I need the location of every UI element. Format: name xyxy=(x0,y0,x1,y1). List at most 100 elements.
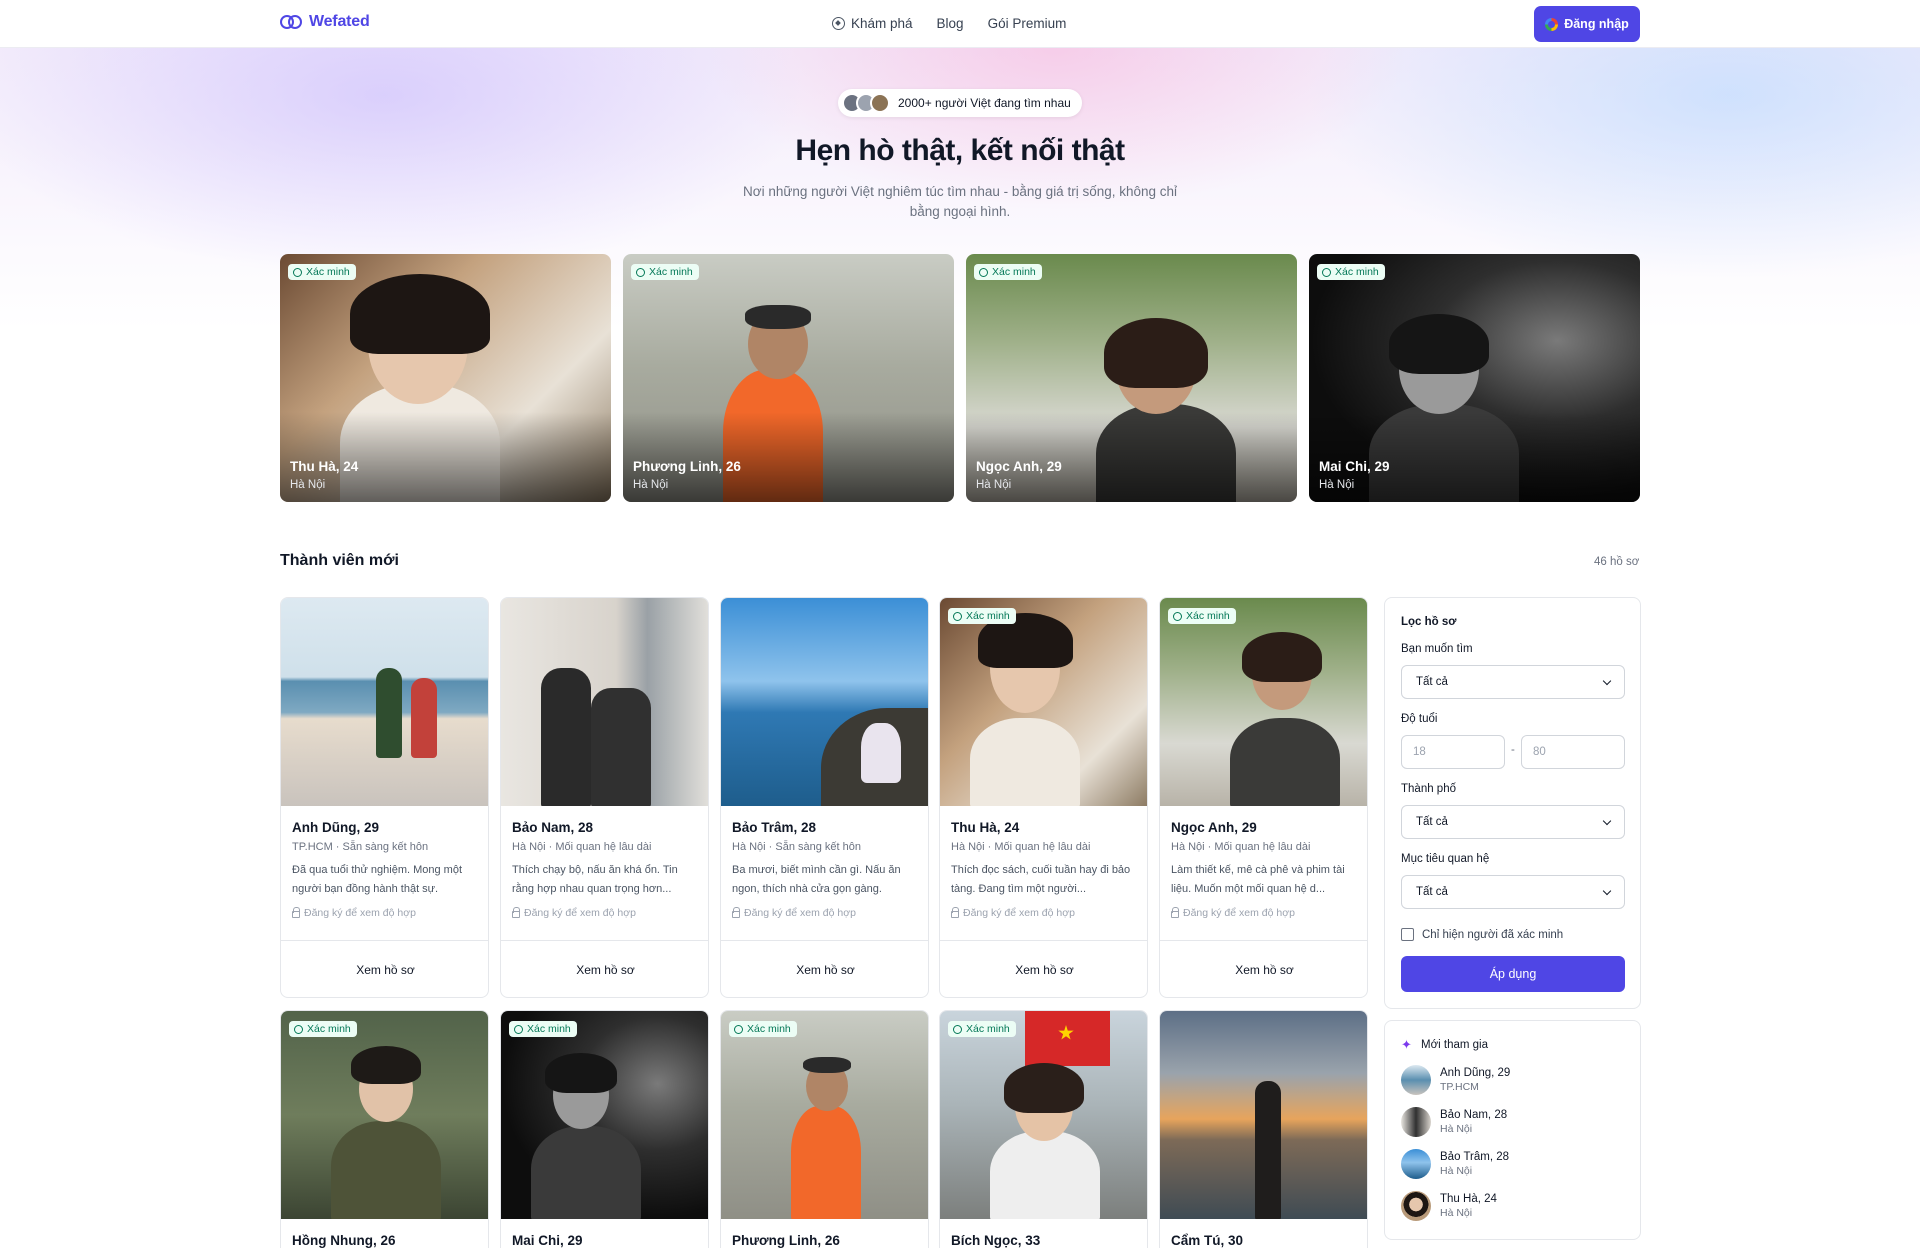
profile-card[interactable]: Anh Dũng, 29 TP.HCM · Sẵn sàng kết hôn Đ… xyxy=(280,597,489,998)
profile-bio: Đã qua tuổi thử nghiệm. Mong một người b… xyxy=(292,864,463,895)
new-member-item[interactable]: Anh Dũng, 29 TP.HCM xyxy=(1401,1065,1510,1095)
profile-photo xyxy=(501,1011,708,1219)
avatar-stack xyxy=(842,93,890,113)
pill-text: 2000+ người Việt đang tìm nhau xyxy=(898,96,1071,110)
check-circle-icon xyxy=(1322,267,1331,277)
looking-for-label: Bạn muốn tìm xyxy=(1401,643,1473,655)
filter-panel: Lọc hồ sơ Bạn muốn tìm Tất cả Độ tuổi 18… xyxy=(1384,597,1641,1009)
new-member-item[interactable]: Thu Hà, 24 Hà Nội xyxy=(1401,1191,1497,1221)
profile-name: Hồng Nhung, 26 xyxy=(292,1233,396,1248)
hero-subtitle: Nơi những người Việt nghiêm túc tìm nhau… xyxy=(742,184,1178,219)
new-members-title: Mới tham gia xyxy=(1421,1039,1488,1051)
check-circle-icon xyxy=(979,267,988,277)
profile-bio: Thích đọc sách, cuối tuần hay đi bảo tàn… xyxy=(951,864,1131,895)
login-label: Đăng nhập xyxy=(1564,17,1629,31)
profile-photo xyxy=(940,1011,1147,1219)
check-circle-icon xyxy=(293,267,302,277)
goal-label: Mục tiêu quan hệ xyxy=(1401,853,1490,865)
section-title: Thành viên mới xyxy=(280,552,399,569)
verified-badge: Xác minh xyxy=(288,264,356,280)
view-profile-button[interactable]: Xem hồ sơ xyxy=(721,940,928,997)
featured-card[interactable]: Xác minh Thu Hà, 24 Hà Nội xyxy=(280,254,611,502)
compat-locked: Đăng ký để xem độ hợp xyxy=(1171,907,1295,919)
view-profile-button[interactable]: Xem hồ sơ xyxy=(940,940,1147,997)
check-circle-icon xyxy=(953,1024,962,1034)
profile-meta: TP.HCM · Sẵn sàng kết hôn xyxy=(292,841,429,853)
member-count-pill: 2000+ người Việt đang tìm nhau xyxy=(838,89,1082,117)
apply-filter-button[interactable]: Áp dụng xyxy=(1401,956,1625,992)
featured-city: Hà Nội xyxy=(290,479,326,491)
nav-links: Khám phá Blog Gói Premium xyxy=(832,16,1066,31)
profile-bio: Ba mươi, biết mình cần gì. Nấu ăn ngon, … xyxy=(732,864,901,895)
profile-card[interactable]: Bảo Nam, 28 Hà Nội · Mối quan hệ lâu dài… xyxy=(500,597,709,998)
profile-name: Anh Dũng, 29 xyxy=(292,820,379,835)
featured-card[interactable]: Xác minh Mai Chi, 29 Hà Nội xyxy=(1309,254,1640,502)
profile-photo xyxy=(281,598,488,806)
lock-icon xyxy=(292,907,300,918)
new-member-item[interactable]: Bảo Trâm, 28 Hà Nội xyxy=(1401,1149,1509,1179)
profile-card[interactable]: Cẩm Tú, 30 xyxy=(1159,1010,1368,1248)
nav-link-label: Blog xyxy=(936,16,964,31)
profile-meta: Hà Nội · Mối quan hệ lâu dài xyxy=(1171,841,1311,853)
view-profile-button[interactable]: Xem hồ sơ xyxy=(281,940,488,997)
view-profile-button[interactable]: Xem hồ sơ xyxy=(1160,940,1367,997)
new-member-name: Bảo Nam, 28 xyxy=(1440,1109,1508,1121)
compass-icon xyxy=(832,17,845,30)
age-max-input[interactable]: 80 xyxy=(1521,735,1625,769)
goal-select[interactable]: Tất cả xyxy=(1401,875,1625,909)
verified-badge: Xác minh xyxy=(1168,608,1236,624)
nav-link-label: Khám phá xyxy=(851,16,913,31)
verified-badge: Xác minh xyxy=(948,608,1016,624)
profile-photo xyxy=(501,598,708,806)
age-range-dash: - xyxy=(1511,744,1515,756)
lock-icon xyxy=(512,907,520,918)
profile-card[interactable]: Bảo Trâm, 28 Hà Nội · Sẵn sàng kết hôn B… xyxy=(720,597,929,998)
top-nav: Wefated Khám phá Blog Gói Premium Đăng n… xyxy=(0,0,1920,48)
nav-link-explore[interactable]: Khám phá xyxy=(832,16,913,31)
profile-photo xyxy=(1160,1011,1367,1219)
featured-city: Hà Nội xyxy=(976,479,1012,491)
profile-card[interactable]: Xác minh Phương Linh, 26 xyxy=(720,1010,929,1248)
compat-locked: Đăng ký để xem độ hợp xyxy=(512,907,636,919)
featured-city: Hà Nội xyxy=(1319,479,1355,491)
sparkle-icon: ✦ xyxy=(1401,1037,1412,1052)
verified-badge: Xác minh xyxy=(289,1021,357,1037)
verified-badge: Xác minh xyxy=(948,1021,1016,1037)
new-member-item[interactable]: Bảo Nam, 28 Hà Nội xyxy=(1401,1107,1507,1137)
profile-name: Bảo Nam, 28 xyxy=(512,820,594,835)
view-profile-button[interactable]: Xem hồ sơ xyxy=(501,940,708,997)
avatar xyxy=(1401,1107,1431,1137)
avatar xyxy=(1401,1191,1431,1221)
nav-link-label: Gói Premium xyxy=(987,16,1067,31)
check-circle-icon xyxy=(1173,611,1182,621)
looking-for-select[interactable]: Tất cả xyxy=(1401,665,1625,699)
profile-name: Thu Hà, 24 xyxy=(951,820,1020,835)
new-member-city: Hà Nội xyxy=(1440,1207,1473,1219)
verified-only-option[interactable]: Chỉ hiện người đã xác minh xyxy=(1401,928,1563,941)
featured-card[interactable]: Xác minh Ngọc Anh, 29 Hà Nội xyxy=(966,254,1297,502)
check-circle-icon xyxy=(636,267,645,277)
verified-badge: Xác minh xyxy=(631,264,699,280)
profile-card[interactable]: Xác minh Mai Chi, 29 xyxy=(500,1010,709,1248)
profile-count: 46 hồ sơ xyxy=(1594,556,1640,568)
profile-card[interactable]: Xác minh Bích Ngọc, 33 xyxy=(939,1010,1148,1248)
profile-card[interactable]: Xác minh Hồng Nhung, 26 xyxy=(280,1010,489,1248)
profile-photo xyxy=(721,1011,928,1219)
new-member-city: Hà Nội xyxy=(1440,1123,1473,1135)
avatar xyxy=(1401,1065,1431,1095)
profile-card[interactable]: Xác minh Ngọc Anh, 29 Hà Nội · Mối quan … xyxy=(1159,597,1368,998)
new-member-city: Hà Nội xyxy=(1440,1165,1473,1177)
nav-link-premium[interactable]: Gói Premium xyxy=(988,16,1067,31)
google-icon xyxy=(1545,17,1559,31)
nav-link-blog[interactable]: Blog xyxy=(937,16,964,31)
brand-logo[interactable]: Wefated xyxy=(280,13,370,31)
city-select[interactable]: Tất cả xyxy=(1401,805,1625,839)
profile-card[interactable]: Xác minh Thu Hà, 24 Hà Nội · Mối quan hệ… xyxy=(939,597,1148,998)
compat-locked: Đăng ký để xem độ hợp xyxy=(951,907,1075,919)
age-min-input[interactable]: 18 xyxy=(1401,735,1505,769)
login-button[interactable]: Đăng nhập xyxy=(1534,6,1640,42)
featured-card[interactable]: Xác minh Phương Linh, 26 Hà Nội xyxy=(623,254,954,502)
verified-only-checkbox[interactable] xyxy=(1401,928,1414,941)
profile-name: Bảo Trâm, 28 xyxy=(732,820,817,835)
profile-photo xyxy=(940,598,1147,806)
